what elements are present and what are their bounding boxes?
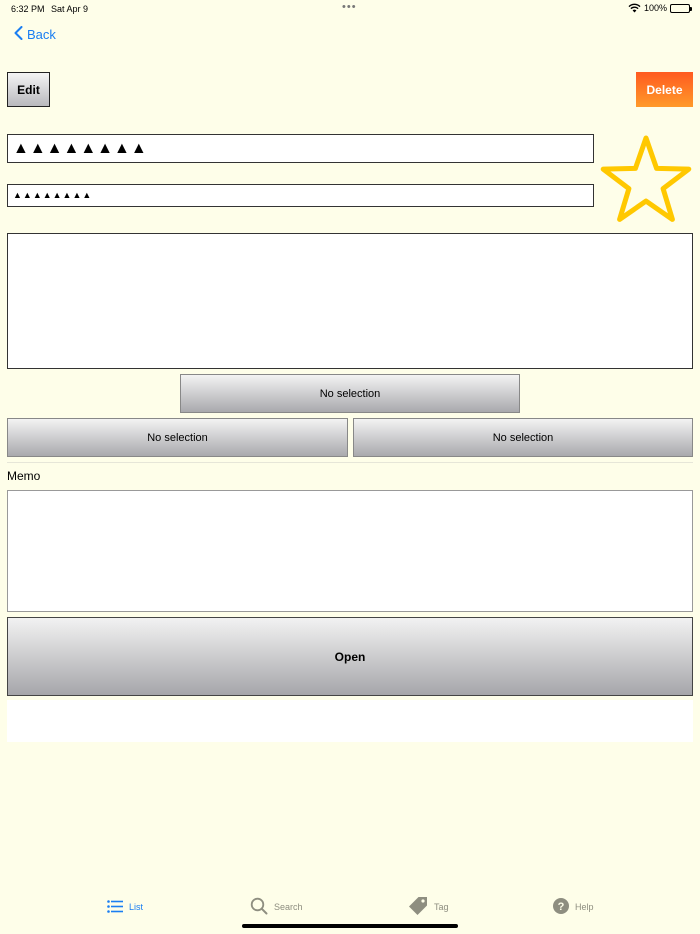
tab-list[interactable]: List xyxy=(107,890,143,924)
favorite-star-icon[interactable] xyxy=(598,134,694,231)
edit-button[interactable]: Edit xyxy=(7,72,50,107)
status-right: 100% xyxy=(628,3,692,13)
tab-tag-label: Tag xyxy=(434,902,449,912)
list-icon xyxy=(107,899,123,915)
subtitle-field[interactable]: ▲▲▲▲▲▲▲▲ xyxy=(7,184,594,207)
svg-text:?: ? xyxy=(558,901,565,913)
open-button[interactable]: Open xyxy=(7,617,693,696)
tab-search-label: Search xyxy=(274,902,303,912)
tag-icon xyxy=(408,896,428,918)
status-time: 6:32 PM xyxy=(11,4,45,14)
info-strip xyxy=(7,700,693,742)
tab-help[interactable]: ? Help xyxy=(553,890,594,924)
battery-icon xyxy=(670,3,692,13)
right-picker[interactable]: No selection xyxy=(353,418,693,457)
title-field[interactable]: ▲▲▲▲▲▲▲▲ xyxy=(7,134,594,163)
search-icon xyxy=(250,897,268,917)
status-bar: 6:32 PM Sat Apr 9 ••• 100% xyxy=(0,0,700,18)
category-picker[interactable]: No selection xyxy=(180,374,520,413)
home-indicator[interactable] xyxy=(242,924,458,928)
tab-tag[interactable]: Tag xyxy=(408,890,449,924)
tab-search[interactable]: Search xyxy=(250,890,303,924)
memo-label: Memo xyxy=(7,469,41,483)
divider xyxy=(7,462,693,463)
chevron-left-icon xyxy=(14,26,23,43)
multitasking-dots[interactable]: ••• xyxy=(342,1,357,13)
tab-list-label: List xyxy=(129,902,144,912)
delete-button[interactable]: Delete xyxy=(636,72,693,107)
battery-percent: 100% xyxy=(643,3,667,13)
tab-help-label: Help xyxy=(575,902,594,912)
wifi-icon xyxy=(628,3,641,13)
content-area[interactable] xyxy=(7,233,693,369)
back-button[interactable]: Back xyxy=(14,26,56,43)
tab-bar: List Search Tag ? Help xyxy=(0,890,700,924)
status-date: Sat Apr 9 xyxy=(51,4,89,14)
left-picker[interactable]: No selection xyxy=(7,418,348,457)
help-icon: ? xyxy=(553,898,569,916)
back-label: Back xyxy=(27,27,56,42)
memo-textarea[interactable] xyxy=(7,490,693,612)
